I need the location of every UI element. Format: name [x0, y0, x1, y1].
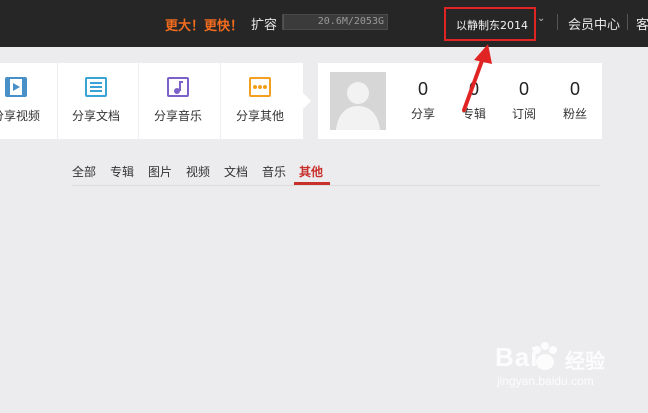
- paw-icon: [533, 342, 557, 370]
- stat-label: 订阅: [511, 107, 536, 121]
- video-icon: [5, 77, 27, 97]
- share-document-label: 分享文档: [71, 109, 120, 123]
- tab-all[interactable]: 全部: [72, 163, 96, 180]
- promo-link[interactable]: 更大！更快！: [165, 15, 243, 34]
- tabs-divider: [72, 185, 600, 186]
- divider: [627, 14, 628, 30]
- tab-images[interactable]: 图片: [148, 163, 172, 180]
- share-music-button[interactable]: 分享音乐: [137, 63, 219, 139]
- music-icon: [167, 77, 189, 97]
- share-video-label: 分享视频: [0, 109, 40, 123]
- top-bar: 更大！更快！ 扩容 20.6M/2053G 以静制东2014 ⌄ 会员中心 客: [0, 0, 648, 47]
- stat-label: 粉丝: [562, 107, 587, 121]
- watermark-url: jingyan.baidu.com: [497, 374, 594, 388]
- tab-videos[interactable]: 视频: [186, 163, 210, 180]
- username[interactable]: 以静制东2014: [456, 17, 528, 33]
- tab-albums[interactable]: 专辑: [110, 163, 134, 180]
- share-music-label: 分享音乐: [153, 109, 202, 123]
- stat-followers[interactable]: 0 粉丝: [555, 79, 595, 122]
- stat-label: 专辑: [461, 107, 486, 121]
- member-center-link[interactable]: 会员中心: [568, 14, 620, 33]
- user-menu[interactable]: 以静制东2014: [444, 7, 536, 41]
- stat-shares[interactable]: 0 分享: [403, 79, 443, 122]
- storage-usage-bar: 20.6M/2053G: [282, 14, 388, 30]
- storage-usage-fill: [283, 15, 285, 29]
- stat-value: 0: [468, 79, 479, 99]
- panel-notch: [303, 93, 311, 109]
- stat-value: 0: [417, 79, 428, 99]
- expand-storage-link[interactable]: 扩容: [251, 14, 277, 33]
- storage-usage-text: 20.6M/2053G: [317, 16, 384, 27]
- share-video-button[interactable]: 分享视频: [0, 63, 57, 139]
- stat-value: 0: [518, 79, 529, 99]
- share-panel: 分享视频 分享文档 分享音乐: [0, 63, 303, 139]
- tab-music[interactable]: 音乐: [262, 163, 286, 180]
- share-other-label: 分享其他: [235, 109, 284, 123]
- tab-other[interactable]: 其他: [299, 163, 323, 180]
- tab-documents[interactable]: 文档: [224, 163, 248, 180]
- watermark-text: 经验: [565, 349, 605, 373]
- more-icon: [249, 77, 271, 97]
- customer-service-link[interactable]: 客: [636, 14, 648, 33]
- stat-subscriptions[interactable]: 0 订阅: [504, 79, 544, 122]
- chevron-down-icon[interactable]: ⌄: [537, 13, 545, 24]
- stat-label: 分享: [410, 107, 435, 121]
- share-document-button[interactable]: 分享文档: [55, 63, 137, 139]
- avatar[interactable]: [330, 72, 386, 130]
- stat-albums[interactable]: 0 专辑: [454, 79, 494, 122]
- divider: [557, 14, 558, 30]
- share-other-button[interactable]: 分享其他: [219, 63, 301, 139]
- document-icon: [85, 77, 107, 97]
- stat-value: 0: [569, 79, 580, 99]
- profile-stats-panel: 0 分享 0 专辑 0 订阅 0 粉丝: [318, 63, 602, 139]
